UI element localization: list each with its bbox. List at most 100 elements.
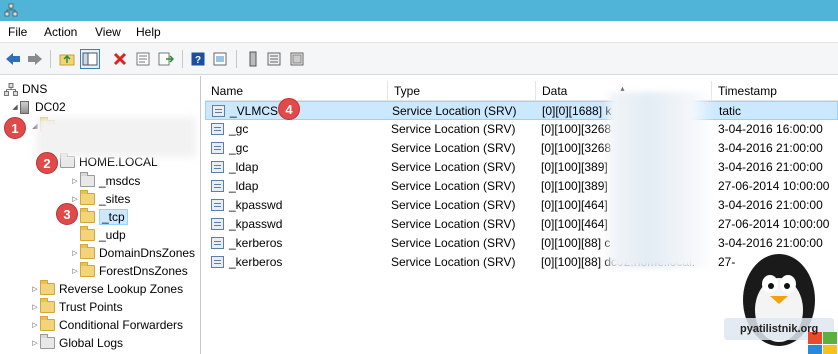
tree-node-msdcs[interactable]: ▷ _msdcs xyxy=(70,172,140,190)
annotation-badge: 1 xyxy=(4,117,26,139)
table-row[interactable]: _gc Service Location (SRV) [0][100][3268 3-… xyxy=(205,120,838,139)
expand-arrow-icon[interactable]: ▷ xyxy=(30,339,40,347)
tree-node-udp[interactable]: _udp xyxy=(80,226,126,244)
toolbar-separator xyxy=(236,50,237,68)
folder-icon xyxy=(40,316,55,331)
tree-node-sites[interactable]: ▷ _sites xyxy=(70,190,130,208)
folder-icon xyxy=(40,298,55,313)
forward-arrow-icon[interactable] xyxy=(25,49,45,69)
table-row[interactable]: _ldap Service Location (SRV) [0][100][389]… xyxy=(205,177,838,196)
delete-icon[interactable] xyxy=(110,49,130,69)
tree-node-dns[interactable]: DNS xyxy=(4,80,47,98)
table-row[interactable]: _kpasswd Service Location (SRV) [0][100][4… xyxy=(205,196,838,215)
expand-arrow-icon[interactable]: ▷ xyxy=(30,303,40,311)
cell-name: _gc xyxy=(211,139,387,158)
column-header-name[interactable]: Name xyxy=(205,81,388,101)
tree-label: DomainDnsZones xyxy=(99,246,196,260)
server-icon[interactable] xyxy=(243,49,263,69)
tree-node-domaindnszones[interactable]: ▷ DomainDnsZones xyxy=(70,244,195,262)
tree-node-conditional-forwarders[interactable]: ▷ Conditional Forwarders xyxy=(30,316,183,334)
cell-text: [0][100][389] xyxy=(541,179,608,193)
console-icon[interactable] xyxy=(210,49,230,69)
menu-view[interactable]: View xyxy=(95,25,121,39)
annotation-badge: 2 xyxy=(36,152,58,174)
tree-node-server[interactable]: ◢ DC02 xyxy=(10,98,66,116)
folder-icon xyxy=(80,208,95,223)
table-row[interactable]: _kpasswd Service Location (SRV) [0][100][4… xyxy=(205,215,838,234)
cell-text: 3-04-2016 16:00:00 xyxy=(718,122,823,136)
cell-timestamp: 27-06-2014 10:00:00 xyxy=(718,215,838,234)
menu-file[interactable]: File xyxy=(8,25,27,39)
show-hide-tree-icon[interactable] xyxy=(80,49,100,69)
expand-arrow-icon[interactable]: ▷ xyxy=(70,267,80,275)
watermark-text: pyatilistnik.org xyxy=(740,323,819,335)
zone-icon xyxy=(80,172,95,187)
expand-arrow-icon[interactable]: ▷ xyxy=(70,249,80,257)
table-row[interactable]: _ldap Service Location (SRV) [0][100][389]… xyxy=(205,158,838,177)
cell-type: Service Location (SRV) xyxy=(392,102,537,121)
record-list-icon[interactable] xyxy=(287,49,307,69)
cell-text: _ldap xyxy=(229,160,259,174)
help-icon[interactable]: ? xyxy=(188,49,208,69)
table-row[interactable]: _gc Service Location (SRV) [0][100][3268 3-… xyxy=(205,139,838,158)
tree-label: ForestDnsZones xyxy=(99,264,188,278)
tree-label: DNS xyxy=(22,82,48,96)
folder-icon xyxy=(80,262,95,277)
cell-type: Service Location (SRV) xyxy=(391,158,536,177)
cell-timestamp: 3-04-2016 21:00:00 xyxy=(718,196,838,215)
cell-timestamp: 3-04-2016 21:00:00 xyxy=(718,158,838,177)
expand-arrow-icon[interactable]: ▷ xyxy=(70,177,80,185)
cell-name: _kerberos xyxy=(211,234,387,253)
cell-timestamp: 3-04-2016 21:00:00 xyxy=(718,139,838,158)
srv-record-icon xyxy=(211,237,224,249)
cell-text: [0][100][464] xyxy=(541,198,608,212)
tree-node-tcp[interactable]: _tcp xyxy=(80,208,128,226)
tree-node-forestdnszones[interactable]: ▷ ForestDnsZones xyxy=(70,262,188,280)
zone-file-icon[interactable] xyxy=(264,49,284,69)
cell-name: _gc xyxy=(211,120,387,139)
annotation-badge: 3 xyxy=(56,203,78,225)
tree-label: HOME.LOCAL xyxy=(79,155,158,169)
column-header-timestamp[interactable]: Timestamp xyxy=(712,81,838,101)
up-folder-icon[interactable] xyxy=(57,49,77,69)
cell-type: Service Location (SRV) xyxy=(391,196,536,215)
folder-icon xyxy=(80,244,95,259)
tree-label: _sites xyxy=(99,192,131,206)
cell-text: _VLMCS xyxy=(230,104,279,118)
cell-text: [0][100][389] xyxy=(541,160,608,174)
cell-type: Service Location (SRV) xyxy=(391,139,536,158)
folder-icon xyxy=(80,190,95,205)
tree-label: DC02 xyxy=(35,100,66,114)
expand-arrow-icon[interactable]: ▷ xyxy=(30,285,40,293)
srv-record-icon xyxy=(211,256,224,268)
cell-text: _kpasswd xyxy=(229,198,283,212)
annotation-badge: 4 xyxy=(278,98,300,120)
srv-record-icon xyxy=(211,180,224,192)
srv-record-icon xyxy=(211,142,224,154)
cell-text: 3-04-2016 21:00:00 xyxy=(718,198,823,212)
properties-icon[interactable] xyxy=(133,49,153,69)
expand-arrow-icon[interactable]: ▷ xyxy=(70,195,80,203)
expand-arrow-icon[interactable]: ◢ xyxy=(10,103,20,111)
back-arrow-icon[interactable] xyxy=(3,49,23,69)
table-row[interactable]: _VLMCS Service Location (SRV) [0][0][1688]… xyxy=(205,101,838,120)
cell-text: [0][100][464] xyxy=(541,217,608,231)
tree-node-trust-points[interactable]: ▷ Trust Points xyxy=(30,298,123,316)
menu-help[interactable]: Help xyxy=(136,25,161,39)
cell-text: Service Location (SRV) xyxy=(391,217,516,231)
cell-text: Service Location (SRV) xyxy=(391,179,516,193)
export-list-icon[interactable] xyxy=(156,49,176,69)
column-header-type[interactable]: Type xyxy=(388,81,536,101)
dns-app-icon xyxy=(4,3,18,17)
cell-name: _kpasswd xyxy=(211,215,387,234)
tree-node-reverse-lookup-zones[interactable]: ▷ Reverse Lookup Zones xyxy=(30,280,183,298)
tree-node-global-logs[interactable]: ▷ Global Logs xyxy=(30,334,123,352)
window-titlebar xyxy=(0,0,838,21)
log-icon xyxy=(40,334,55,349)
srv-record-icon xyxy=(211,123,224,135)
cell-type: Service Location (SRV) xyxy=(391,120,536,139)
folder-icon xyxy=(80,226,95,241)
menu-action[interactable]: Action xyxy=(44,25,77,39)
srv-record-icon xyxy=(211,199,224,211)
expand-arrow-icon[interactable]: ▷ xyxy=(30,321,40,329)
